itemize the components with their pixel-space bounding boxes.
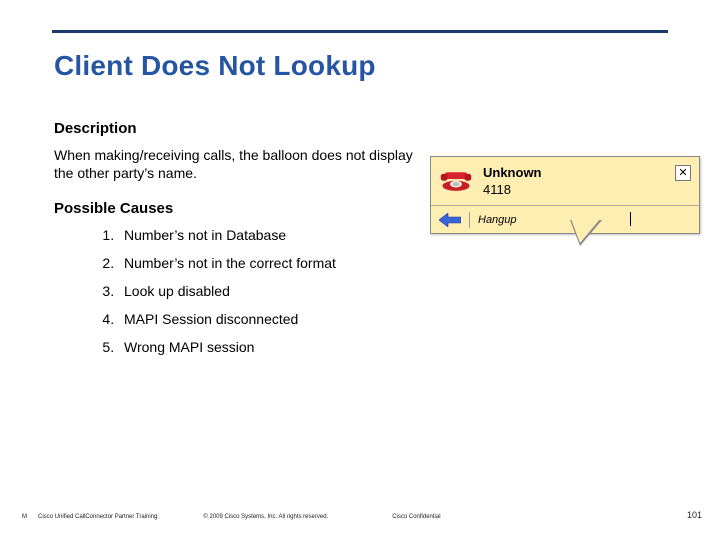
causes-list: Number’s not in Database Number’s not in… [118, 227, 666, 355]
footer-text-2: © 2009 Cisco Systems, Inc. All rights re… [203, 514, 328, 520]
separator [469, 212, 470, 228]
footer-text-3: Cisco Confidential [392, 514, 440, 520]
top-rule [52, 30, 668, 33]
cause-item: Number’s not in the correct format [118, 255, 666, 271]
telephone-icon [439, 165, 473, 193]
cause-item: Look up disabled [118, 283, 666, 299]
hangup-button[interactable]: Hangup [478, 214, 517, 226]
text-cursor [630, 212, 631, 226]
close-button[interactable]: ✕ [675, 165, 691, 181]
balloon-text: Unknown 4118 [483, 165, 689, 197]
call-balloon: Unknown 4118 ✕ Hangup [430, 156, 700, 234]
caller-number: 4118 [483, 182, 689, 197]
description-heading: Description [54, 120, 666, 137]
arrow-left-icon[interactable] [439, 212, 461, 228]
page-number: 101 [687, 510, 702, 520]
footer: M Cisco Unified CallConnector Partner Tr… [0, 514, 720, 520]
cause-item: MAPI Session disconnected [118, 311, 666, 327]
balloon-body: Unknown 4118 ✕ Hangup [430, 156, 700, 234]
cause-item: Wrong MAPI session [118, 339, 666, 355]
footer-marker: M [22, 514, 38, 520]
slide-title: Client Does Not Lookup [54, 50, 376, 82]
slide: Client Does Not Lookup Description When … [0, 0, 720, 540]
footer-text-1: Cisco Unified CallConnector Partner Trai… [38, 514, 157, 520]
description-text: When making/receiving calls, the balloon… [54, 147, 414, 182]
balloon-bottom: Hangup [431, 205, 699, 233]
balloon-top: Unknown 4118 ✕ [431, 157, 699, 205]
caller-name: Unknown [483, 165, 689, 180]
